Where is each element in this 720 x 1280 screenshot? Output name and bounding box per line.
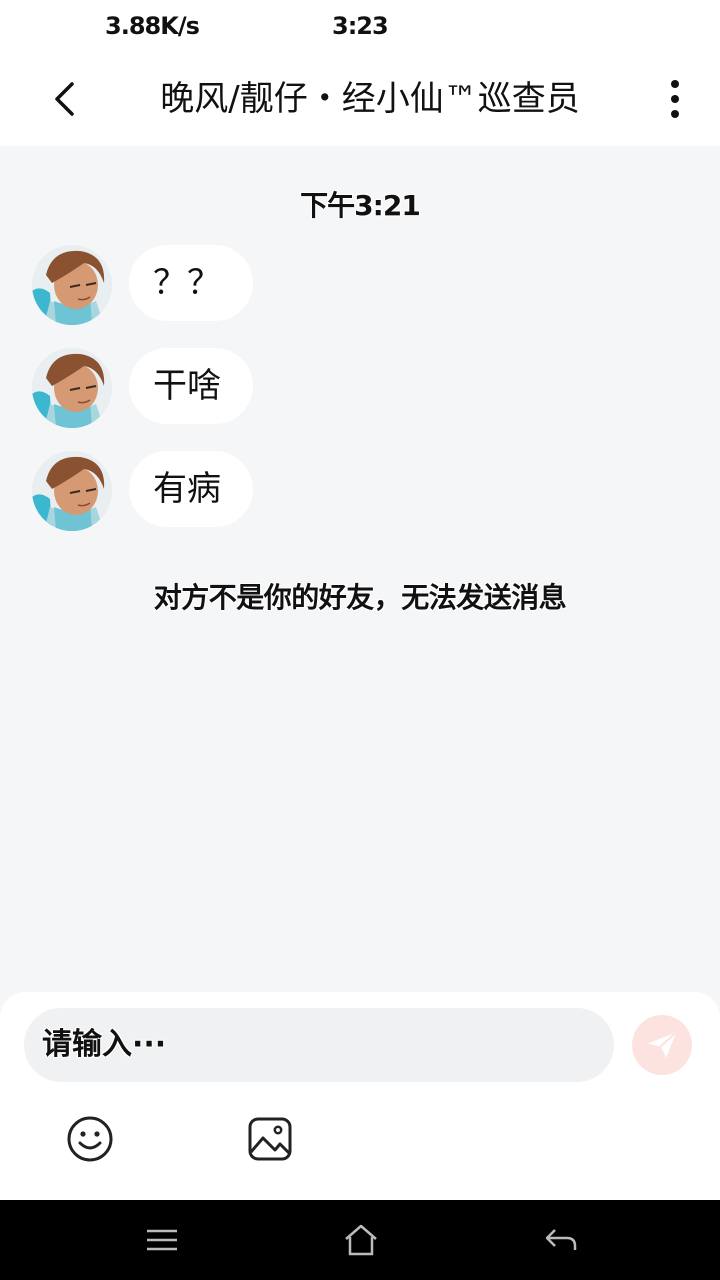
chat-title: 晚风/靓仔・经小仙™巡查员 [160, 79, 580, 119]
message-input[interactable]: 请输入··· [24, 1008, 614, 1082]
message-row: 干啥 [0, 348, 720, 430]
system-nav-bar [0, 1200, 720, 1280]
nav-home-button[interactable] [339, 1218, 383, 1262]
send-button[interactable] [632, 1015, 692, 1075]
home-icon [345, 1224, 377, 1256]
smiley-icon [67, 1116, 113, 1162]
more-vertical-icon [671, 80, 679, 118]
avatar[interactable] [32, 348, 112, 428]
status-bar: 3.88K/s 3:23 [0, 0, 720, 52]
status-time: 3:23 [332, 12, 389, 40]
more-options-button[interactable] [650, 74, 700, 124]
avatar[interactable] [32, 451, 112, 531]
message-row: ？？ [0, 245, 720, 327]
system-notice: 对方不是你的好友，无法发送消息 [153, 581, 567, 614]
menu-icon [147, 1229, 177, 1251]
paper-plane-icon [647, 1031, 677, 1058]
message-timestamp: 下午3:21 [300, 189, 421, 222]
message-bubble[interactable]: 有病 [129, 451, 253, 527]
message-row: 有病 [0, 451, 720, 533]
chat-header: 晚风/靓仔・经小仙™巡查员 [0, 52, 720, 146]
emoji-button[interactable] [65, 1114, 115, 1164]
message-bubble[interactable]: 干啥 [129, 348, 253, 424]
message-bubble[interactable]: ？？ [129, 245, 253, 321]
chat-area[interactable]: 下午3:21 ？？ 干啥 有病 对方不是你的好友，无法发送消息 [0, 146, 720, 992]
input-panel: 请输入··· [0, 992, 720, 1200]
image-icon [248, 1117, 292, 1161]
image-button[interactable] [245, 1114, 295, 1164]
back-arrow-icon [545, 1229, 577, 1250]
nav-back-button[interactable] [539, 1218, 583, 1262]
chevron-left-icon [55, 82, 74, 116]
back-button[interactable] [40, 74, 90, 124]
nav-menu-button[interactable] [140, 1218, 184, 1262]
avatar[interactable] [32, 245, 112, 325]
network-speed: 3.88K/s [105, 12, 200, 40]
